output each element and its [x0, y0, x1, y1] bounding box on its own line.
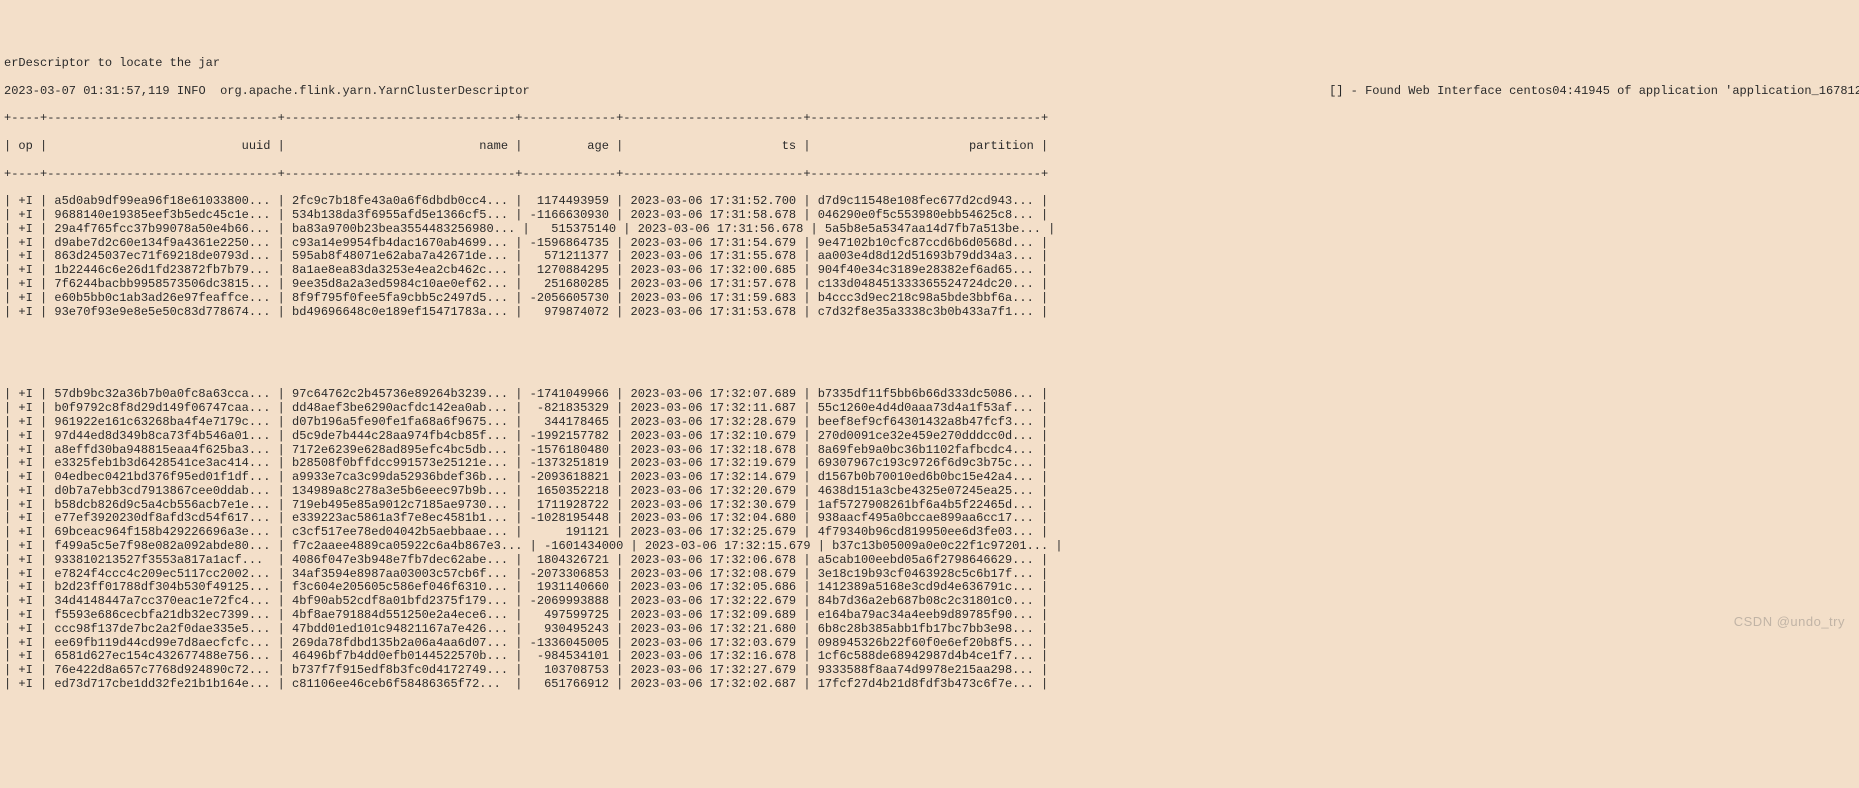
table-row: | +I | ccc98f137de7bc2a2f0dae335e5... | … [4, 623, 1855, 637]
table-row: | +I | e60b5bb0c1ab3ad26e97feaffce... | … [4, 292, 1855, 306]
table-row: | +I | b0f9792c8f8d29d149f06747caa... | … [4, 402, 1855, 416]
table-row: | +I | 93e70f93e9e8e5e50c83d778674... | … [4, 306, 1855, 320]
table-row: | +I | d0b7a7ebb3cd7913867cee0ddab... | … [4, 485, 1855, 499]
blank-2 [4, 361, 1855, 375]
table-row: | +I | 57db9bc32a36b7b0a0fc8a63cca... | … [4, 388, 1855, 402]
table-row: | +I | 97d44ed8d349b8ca73f4b546a01... | … [4, 430, 1855, 444]
table-row: | +I | 04edbec0421bd376f95ed01f1df... | … [4, 471, 1855, 485]
table-row: | +I | b2d23ff01788df304b530f49125... | … [4, 581, 1855, 595]
watermark: CSDN @undo_try [1734, 615, 1845, 630]
table-row: | +I | 7f6244bacbb9958573506dc3815... | … [4, 278, 1855, 292]
table-row: | +I | ed73d717cbe1dd32fe21b1b164e... | … [4, 678, 1855, 692]
table-row: | +I | a5d0ab9df99ea96f18e61033800... | … [4, 195, 1855, 209]
table-row: | +I | d9abe7d2c60e134f9a4361e2250... | … [4, 237, 1855, 251]
table-row: | +I | 29a4f765fcc37b99078a50e4b66... | … [4, 223, 1855, 237]
table-row: | +I | 34d4148447a7cc370eac1e72fc4... | … [4, 595, 1855, 609]
table-row: | +I | f499a5c5e7f98e082a092abde80... | … [4, 540, 1855, 554]
table-row: | +I | 6581d627ec154c432677488e756... | … [4, 650, 1855, 664]
table-row: | +I | 961922e161c63268ba4f4e7179c... | … [4, 416, 1855, 430]
table-row: | +I | a8effd30ba948815eaa4f625ba3... | … [4, 444, 1855, 458]
table-border-top: +----+--------------------------------+-… [4, 112, 1855, 126]
table-row: | +I | b58dcb826d9c5a4cb556acb7e1e... | … [4, 499, 1855, 513]
table-row: | +I | 69bceac964f158b429226696a3e... | … [4, 526, 1855, 540]
table-header-row: | op | uuid | name | age | ts | partitio… [4, 140, 1855, 154]
table-row: | +I | 76e422d8a657c7768d924890c72... | … [4, 664, 1855, 678]
table-row: | +I | 1b22446c6e26d1fd23872fb7b79... | … [4, 264, 1855, 278]
table-row: | +I | 863d245037ec71f69218de0793d... | … [4, 250, 1855, 264]
table-row: | +I | f5593e686cecbfa21db32ec7399... | … [4, 609, 1855, 623]
table-row: | +I | e3325feb1b3d6428541ce3ac414... | … [4, 457, 1855, 471]
table-row: | +I | ee69fb119d44cd99e7d8aecfcfc... | … [4, 637, 1855, 651]
log-frag-line: erDescriptor to locate the jar [4, 57, 1855, 71]
table-row: | +I | e77ef3920230df8afd3cd54f617... | … [4, 512, 1855, 526]
table-row: | +I | 933810213527f3553a817a1acf... | 4… [4, 554, 1855, 568]
log-info-line: 2023-03-07 01:31:57,119 INFO org.apache.… [4, 85, 1855, 99]
table-row: | +I | e7824f4ccc4c209ec5117cc2002... | … [4, 568, 1855, 582]
table-border-mid: +----+--------------------------------+-… [4, 168, 1855, 182]
blank-1 [4, 333, 1855, 347]
table-row: | +I | 9688140e19385eef3b5edc45c1e... | … [4, 209, 1855, 223]
